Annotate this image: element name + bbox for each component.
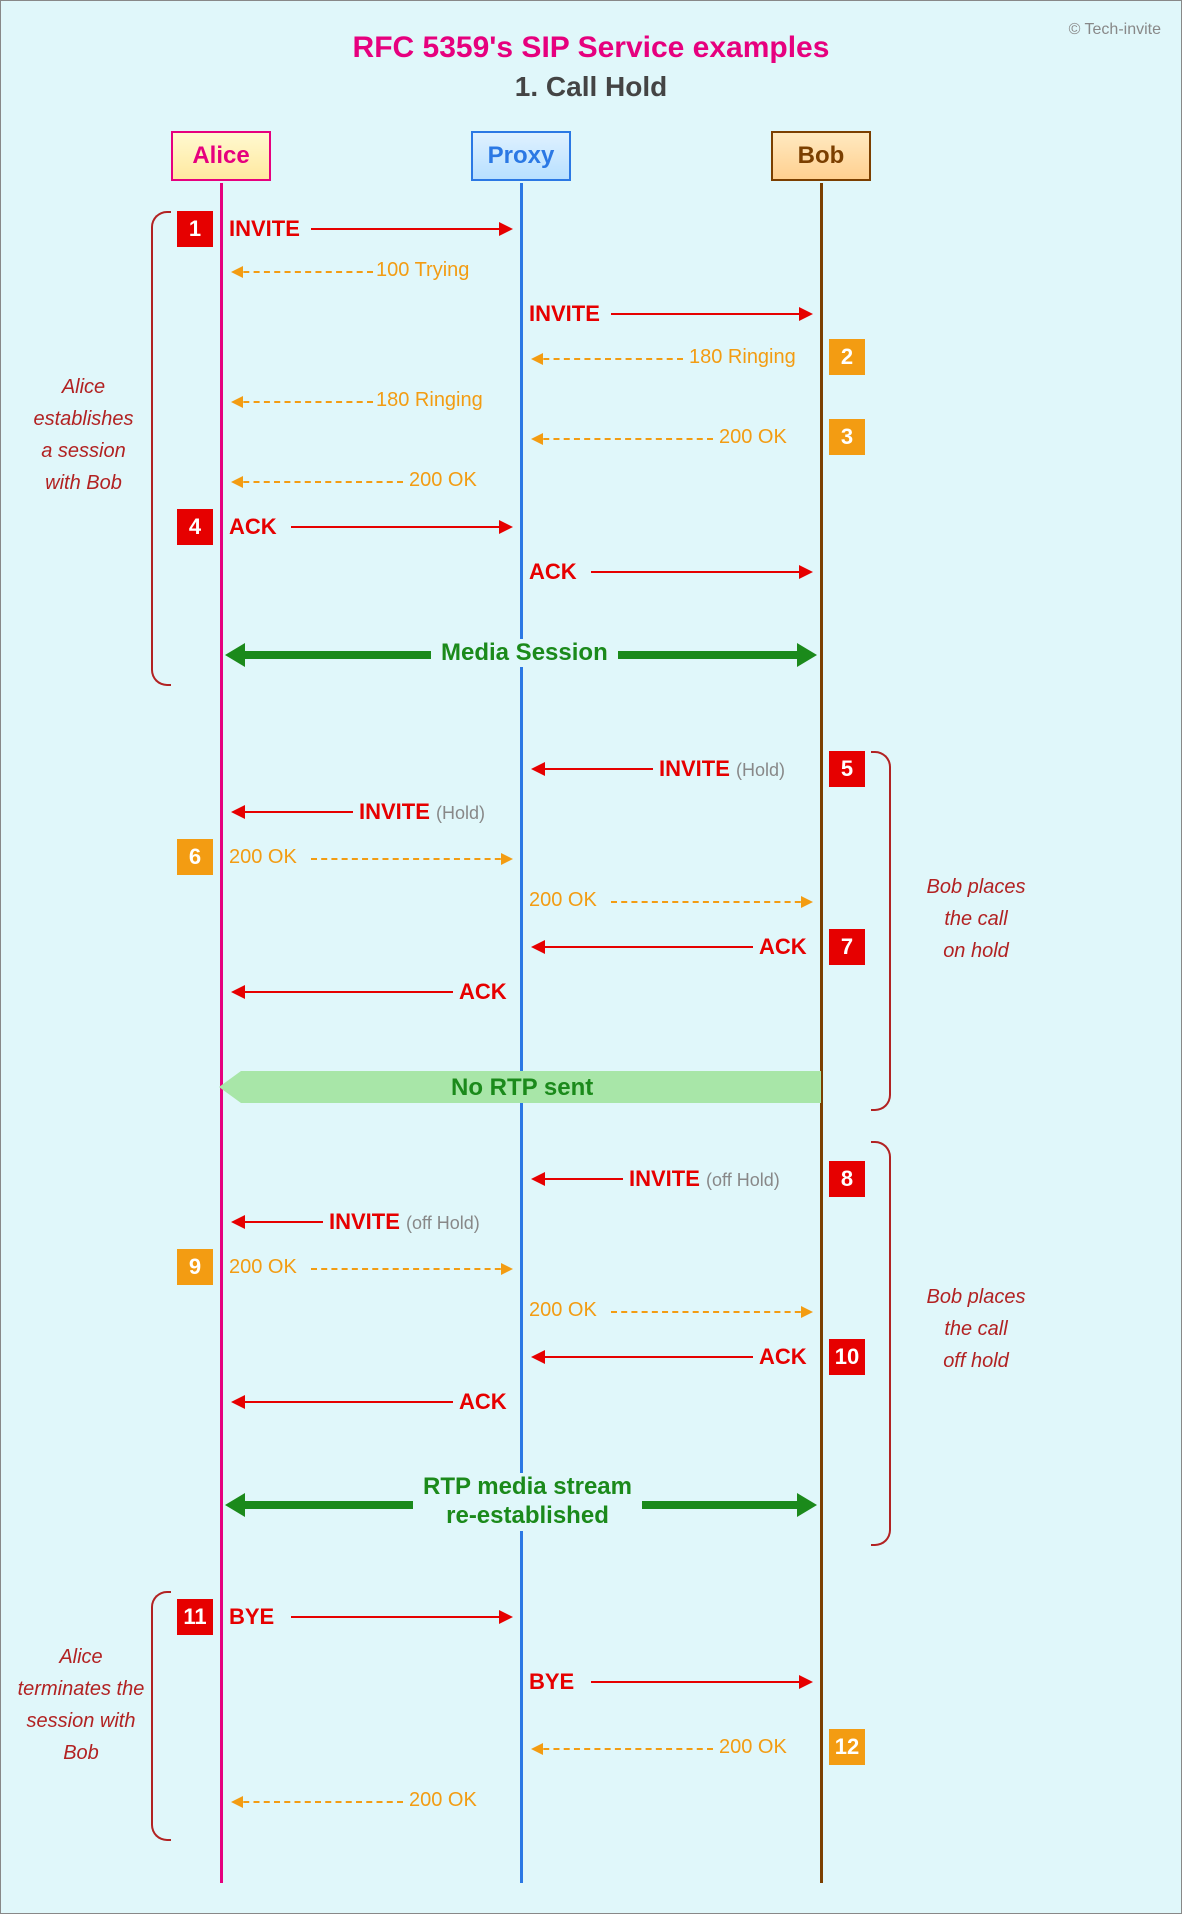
arrow-bye-11f	[591, 1681, 811, 1683]
msg-invite-5f: INVITE (Hold)	[359, 799, 485, 825]
rtp-reest-label: RTP media stream re-established	[413, 1473, 642, 1531]
brace-phase-2	[871, 751, 891, 1111]
msg-num-2: 2	[829, 339, 865, 375]
lifeline-proxy	[520, 183, 523, 1883]
msg-ack-4: ACK	[229, 514, 277, 540]
brace-phase-3	[871, 1141, 891, 1546]
msg-num-12: 12	[829, 1729, 865, 1765]
arrow-ack-10	[533, 1356, 753, 1358]
resp-200-12f: 200 OK	[409, 1789, 477, 1812]
msg-ack-10: ACK	[759, 1344, 807, 1370]
resp-200-6f: 200 OK	[529, 889, 597, 912]
msg-num-8: 8	[829, 1161, 865, 1197]
msg-invite-8: INVITE (off Hold)	[629, 1166, 780, 1192]
phase-label-4: Alice terminates the session with Bob	[11, 1641, 151, 1769]
resp-200-9f: 200 OK	[529, 1299, 597, 1322]
resp-200-bp: 200 OK	[719, 426, 787, 449]
title-line-2: 1. Call Hold	[1, 71, 1181, 103]
arrow-invite-8	[533, 1178, 623, 1180]
msg-num-1: 1	[177, 211, 213, 247]
arrow-200-bp	[533, 438, 713, 440]
msg-ack-7f: ACK	[459, 979, 507, 1005]
phase-label-1: Alice establishes a session with Bob	[16, 371, 151, 499]
msg-num-10: 10	[829, 1339, 865, 1375]
resp-100trying: 100 Trying	[376, 259, 469, 282]
arrow-ack-7	[533, 946, 753, 948]
participant-alice: Alice	[171, 131, 271, 181]
lifeline-alice	[220, 183, 223, 1883]
brace-phase-4	[151, 1591, 171, 1841]
participant-bob: Bob	[771, 131, 871, 181]
arrow-100trying	[233, 271, 373, 273]
msg-num-7: 7	[829, 929, 865, 965]
arrow-invite-8f	[233, 1221, 323, 1223]
arrow-1	[311, 228, 511, 230]
arrow-invite-pb	[611, 313, 811, 315]
title-line-1: RFC 5359's SIP Service examples	[1, 31, 1181, 65]
resp-200-9: 200 OK	[229, 1256, 297, 1279]
resp-180-bp: 180 Ringing	[689, 346, 796, 369]
arrow-200-9	[311, 1268, 511, 1270]
msg-num-11: 11	[177, 1599, 213, 1635]
msg-num-3: 3	[829, 419, 865, 455]
msg-label-1: INVITE	[229, 216, 300, 242]
arrow-ack-10f	[233, 1401, 453, 1403]
msg-invite-pb: INVITE	[529, 301, 600, 327]
arrow-200-6f	[611, 901, 811, 903]
arrow-180-pa	[233, 401, 373, 403]
msg-ack-7: ACK	[759, 934, 807, 960]
arrow-200-pa	[233, 481, 403, 483]
sequence-diagram: © Tech-invite RFC 5359's SIP Service exa…	[0, 0, 1182, 1914]
resp-200-12: 200 OK	[719, 1736, 787, 1759]
arrow-bye-11	[291, 1616, 511, 1618]
resp-200-6: 200 OK	[229, 846, 297, 869]
msg-bye-11: BYE	[229, 1604, 274, 1630]
msg-num-6: 6	[177, 839, 213, 875]
msg-num-9: 9	[177, 1249, 213, 1285]
lifeline-bob	[820, 183, 823, 1883]
msg-ack-pb: ACK	[529, 559, 577, 585]
nortp-label: No RTP sent	[451, 1074, 593, 1102]
msg-num-4: 4	[177, 509, 213, 545]
arrow-200-12f	[233, 1801, 403, 1803]
resp-200-pa: 200 OK	[409, 469, 477, 492]
brace-phase-1	[151, 211, 171, 686]
phase-label-2: Bob places the call on hold	[901, 871, 1051, 967]
phase-label-3: Bob places the call off hold	[901, 1281, 1051, 1377]
arrow-180-bp	[533, 358, 683, 360]
msg-ack-10f: ACK	[459, 1389, 507, 1415]
arrow-ack-7f	[233, 991, 453, 993]
arrow-invite-5f	[233, 811, 353, 813]
resp-180-pa: 180 Ringing	[376, 389, 483, 412]
arrow-200-9f	[611, 1311, 811, 1313]
arrow-ack-pb	[591, 571, 811, 573]
arrow-200-6	[311, 858, 511, 860]
msg-invite-5: INVITE (Hold)	[659, 756, 785, 782]
participant-proxy: Proxy	[471, 131, 571, 181]
arrow-invite-5	[533, 768, 653, 770]
arrow-200-12	[533, 1748, 713, 1750]
msg-invite-8f: INVITE (off Hold)	[329, 1209, 480, 1235]
arrow-ack-4	[291, 526, 511, 528]
msg-bye-11f: BYE	[529, 1669, 574, 1695]
msg-num-5: 5	[829, 751, 865, 787]
media-session-label: Media Session	[431, 639, 618, 667]
